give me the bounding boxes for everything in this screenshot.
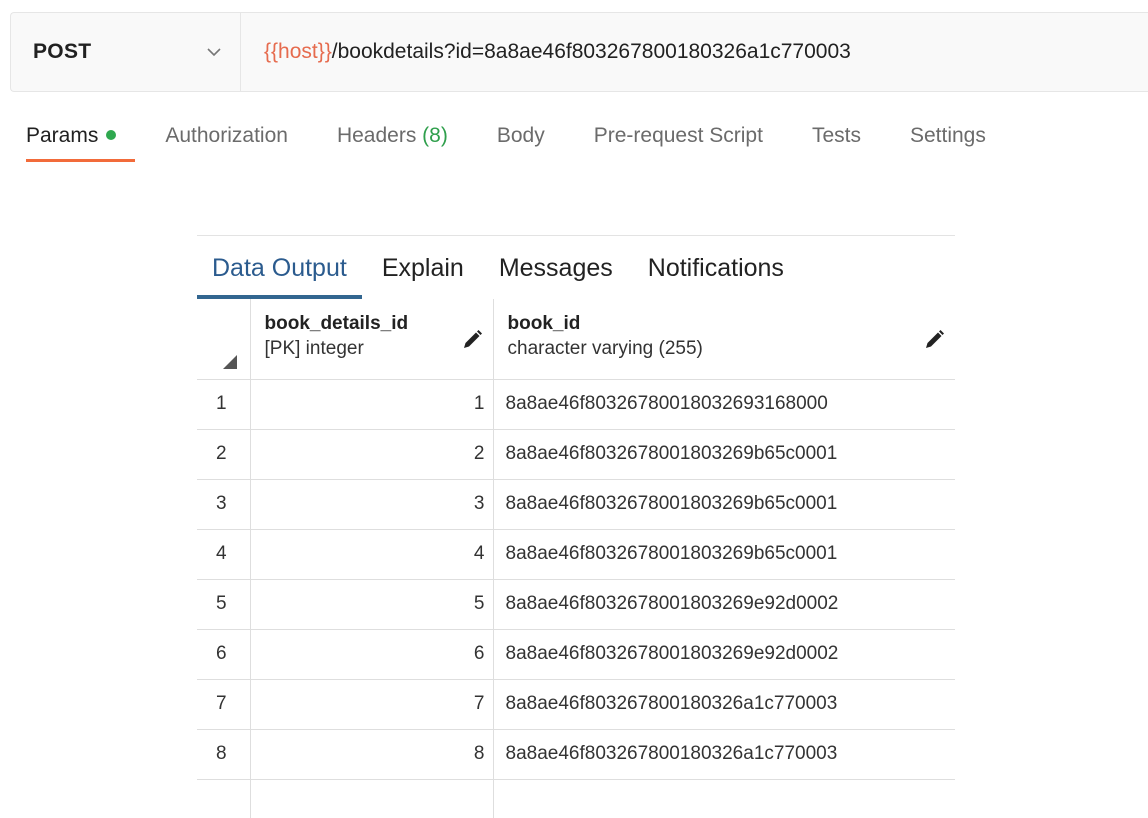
row-number: 8 [197,729,251,780]
tab-explain[interactable]: Explain [362,235,479,299]
tab-settings[interactable]: Settings [910,124,986,162]
tab-headers[interactable]: Headers (8) [337,124,448,162]
cell-book-id[interactable]: 8a8ae46f803267800180326a1c770003 [493,679,955,730]
table-row[interactable]: 5 5 8a8ae46f8032678001803269e92d0002 [197,579,955,630]
column-name: book_id [507,313,581,334]
table-row[interactable]: 4 4 8a8ae46f8032678001803269b65c0001 [197,529,955,580]
cell-book-details-id[interactable]: 2 [250,429,494,480]
params-status-dot [106,130,117,141]
row-number: 7 [197,679,251,730]
row-number: 4 [197,529,251,580]
tab-params[interactable]: Params [26,124,136,162]
empty-row [197,779,955,818]
url-path: /bookdetails?id=8a8ae46f803267800180326a… [331,40,851,63]
row-number: 6 [197,629,251,680]
tab-messages[interactable]: Messages [479,235,628,299]
column-header-book-details-id[interactable]: book_details_id [PK] integer [250,299,494,380]
url-input[interactable]: {{host}}/bookdetails?id=8a8ae46f80326780… [241,40,1148,64]
url-host-variable: {{host}} [264,40,332,63]
pencil-icon[interactable] [923,329,945,351]
row-number: 3 [197,479,251,530]
table-row[interactable]: 1 1 8a8ae46f80326780018032693168000 [197,379,955,430]
cell-book-id[interactable]: 8a8ae46f803267800180326a1c770003 [493,729,955,780]
table-row[interactable]: 3 3 8a8ae46f8032678001803269b65c0001 [197,479,955,530]
headers-count: (8) [422,124,448,147]
table-row[interactable]: 2 2 8a8ae46f8032678001803269b65c0001 [197,429,955,480]
method-select[interactable]: POST [11,13,241,91]
cell-book-details-id[interactable]: 1 [250,379,494,430]
request-tabs: Params Authorization Headers (8) Body Pr… [26,124,1035,162]
cell-book-details-id[interactable]: 7 [250,679,494,730]
tab-data-output[interactable]: Data Output [197,235,362,299]
table-row[interactable]: 8 8 8a8ae46f803267800180326a1c770003 [197,729,955,780]
row-number: 5 [197,579,251,630]
select-all-corner[interactable] [197,299,251,380]
tab-authorization[interactable]: Authorization [165,124,288,162]
column-type: character varying (255) [507,338,703,359]
cell-book-id[interactable]: 8a8ae46f8032678001803269b65c0001 [493,429,955,480]
tab-pre-request-script[interactable]: Pre-request Script [594,124,763,162]
column-type: [PK] integer [264,338,364,359]
table-row[interactable]: 6 6 8a8ae46f8032678001803269e92d0002 [197,629,955,680]
result-tabs: Data Output Explain Messages Notificatio… [197,235,799,299]
tab-notifications[interactable]: Notifications [628,235,799,299]
pencil-icon[interactable] [461,329,483,351]
row-number: 1 [197,379,251,430]
cell-book-details-id[interactable]: 6 [250,629,494,680]
column-header-book-id[interactable]: book_id character varying (255) [493,299,955,380]
column-name: book_details_id [264,313,409,334]
cell-book-id[interactable]: 8a8ae46f8032678001803269e92d0002 [493,579,955,630]
cell-book-id[interactable]: 8a8ae46f8032678001803269b65c0001 [493,529,955,580]
page: POST {{host}}/bookdetails?id=8a8ae46f803… [0,0,1148,818]
cell-book-id[interactable]: 8a8ae46f8032678001803269b65c0001 [493,479,955,530]
cell-book-details-id[interactable]: 8 [250,729,494,780]
cell-book-id[interactable]: 8a8ae46f80326780018032693168000 [493,379,955,430]
tab-body[interactable]: Body [497,124,545,162]
data-grid: book_details_id [PK] integer book_id cha… [197,299,955,818]
cell-book-details-id[interactable]: 5 [250,579,494,630]
cell-book-id[interactable]: 8a8ae46f8032678001803269e92d0002 [493,629,955,680]
request-bar: POST {{host}}/bookdetails?id=8a8ae46f803… [10,12,1148,92]
table-header-row: book_details_id [PK] integer book_id cha… [197,299,955,380]
resize-corner-icon [223,354,237,369]
method-label: POST [33,40,92,63]
tab-tests[interactable]: Tests [812,124,861,162]
cell-book-details-id[interactable]: 3 [250,479,494,530]
row-number: 2 [197,429,251,480]
table-row[interactable]: 7 7 8a8ae46f803267800180326a1c770003 [197,679,955,730]
chevron-down-icon[interactable] [206,44,222,60]
cell-book-details-id[interactable]: 4 [250,529,494,580]
